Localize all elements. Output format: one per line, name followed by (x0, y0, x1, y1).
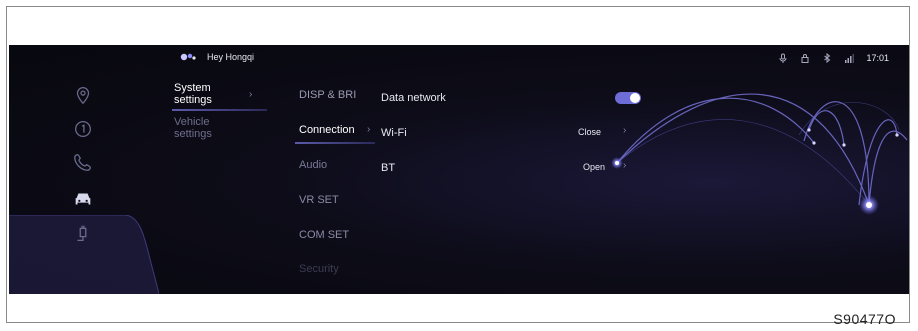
menu-com-set[interactable]: COM SET (299, 229, 349, 241)
menu-system-settings-line2: settings (174, 94, 212, 106)
chevron-right-icon[interactable]: › (623, 125, 626, 136)
chevron-right-icon: › (249, 89, 253, 100)
wifi-value[interactable]: Close (578, 127, 601, 137)
signal-icon (845, 54, 855, 63)
decorative-arcs (611, 93, 908, 215)
media-icon[interactable] (71, 117, 95, 141)
menu-system-settings[interactable]: System settings (174, 82, 212, 106)
phone-icon[interactable] (71, 150, 95, 174)
assistant-label: Hey Hongqi (207, 52, 255, 62)
status-bar: 17:01 (778, 53, 889, 63)
chevron-right-icon: › (367, 124, 371, 135)
bt-value[interactable]: Open (583, 162, 605, 172)
menu-vehicle-settings[interactable]: Vehicle settings (174, 116, 212, 140)
lock-icon (801, 54, 809, 63)
menu-vehicle-settings-line2: settings (174, 128, 212, 140)
assistant-icon (180, 53, 196, 61)
menu-disp-bri[interactable]: DISP & BRI (299, 89, 356, 101)
figure-code: S90477O (833, 311, 896, 327)
menu-level1-selection-bar (172, 109, 267, 111)
data-network-toggle[interactable] (615, 92, 641, 104)
car-icon[interactable] (71, 187, 95, 211)
menu-connection[interactable]: Connection (299, 124, 355, 136)
menu-system-settings-line1: System (174, 82, 211, 94)
infotainment-screen: Hey Hongqi 17:01 System settings › Vehic… (9, 45, 909, 294)
menu-vr-set[interactable]: VR SET (299, 194, 339, 206)
mic-icon (779, 53, 787, 63)
sidebar (9, 45, 159, 294)
chevron-right-icon[interactable]: › (623, 160, 626, 171)
menu-security[interactable]: Security (299, 263, 339, 275)
voice-assistant[interactable]: Hey Hongqi (179, 52, 254, 62)
menu-vehicle-settings-line1: Vehicle (174, 116, 210, 128)
navigation-icon[interactable] (71, 83, 95, 107)
clock: 17:01 (866, 53, 889, 63)
charging-icon[interactable] (71, 221, 95, 245)
wifi-label: Wi-Fi (381, 127, 407, 139)
bluetooth-icon (824, 53, 831, 63)
data-network-label: Data network (381, 92, 446, 104)
toggle-knob (630, 93, 640, 103)
menu-level2-selection-bar (295, 142, 375, 144)
bt-label: BT (381, 162, 396, 174)
menu-audio[interactable]: Audio (299, 159, 327, 171)
